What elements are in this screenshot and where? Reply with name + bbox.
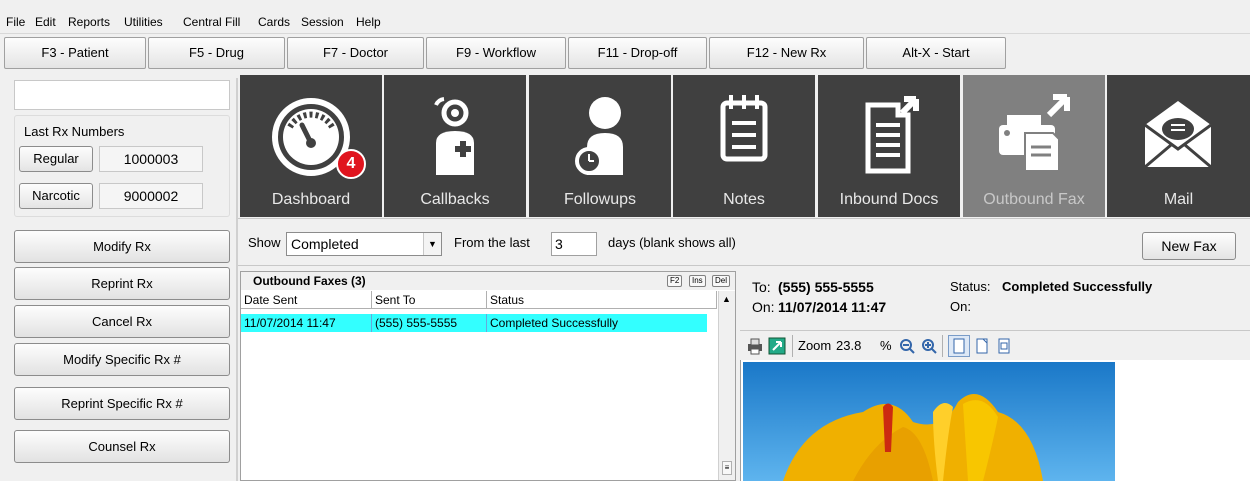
days-hint-label: days (blank shows all) — [608, 235, 736, 250]
new-rx-button[interactable]: F12 - New Rx — [709, 37, 864, 69]
menu-central-fill[interactable]: Central Fill — [183, 15, 240, 29]
status-label: Status: — [950, 279, 991, 294]
tile-inbound-docs-label: Inbound Docs — [839, 191, 939, 208]
menu-reports[interactable]: Reports — [68, 15, 110, 29]
on2-label: On: — [950, 299, 971, 314]
to-label: To: — [752, 279, 771, 295]
last-rx-numbers-group: Last Rx Numbers Regular 1000003 Narcotic… — [14, 115, 230, 217]
regular-button[interactable]: Regular — [19, 146, 93, 172]
insert-key[interactable]: Ins — [689, 275, 706, 287]
show-label: Show — [248, 235, 281, 250]
workflow-button[interactable]: F9 - Workflow — [426, 37, 566, 69]
show-filter-select[interactable]: Completed ▼ — [286, 232, 442, 256]
column-sent-to[interactable]: Sent To — [372, 291, 487, 309]
on-value: 11/07/2014 11:47 — [778, 299, 887, 315]
fax-list-title: Outbound Faxes (3) — [253, 274, 366, 288]
dashboard-badge: 4 — [336, 149, 366, 179]
drug-button[interactable]: F5 - Drug — [148, 37, 285, 69]
menu-utilities[interactable]: Utilities — [124, 15, 163, 29]
tile-outbound-fax[interactable]: Outbound Fax — [963, 75, 1105, 217]
rx-search-input[interactable] — [14, 80, 230, 110]
patient-button[interactable]: F3 - Patient — [4, 37, 146, 69]
doctor-button[interactable]: F7 - Doctor — [287, 37, 424, 69]
column-status[interactable]: Status — [487, 291, 717, 309]
row-status: Completed Successfully — [487, 314, 707, 332]
column-date-sent[interactable]: Date Sent — [241, 291, 372, 309]
fax-detail-panel: To: (555) 555-5555 On: 11/07/2014 11:47 … — [740, 271, 1250, 325]
zoom-percent: % — [880, 338, 892, 353]
tile-callbacks-label: Callbacks — [420, 191, 490, 208]
fax-preview-image — [743, 362, 1115, 481]
row-date-sent: 11/07/2014 11:47 — [241, 314, 372, 332]
print-icon[interactable] — [746, 337, 764, 355]
delete-key[interactable]: Del — [712, 275, 731, 287]
on-label: On: — [752, 299, 775, 315]
days-input[interactable]: 3 — [551, 232, 597, 256]
zoom-value[interactable]: 23.8 — [836, 338, 861, 353]
fax-preview-viewer[interactable] — [740, 360, 1250, 481]
fax-list-scrollbar[interactable]: ▲ ≡ — [718, 291, 735, 480]
last-rx-title: Last Rx Numbers — [24, 124, 125, 139]
scroll-up-icon[interactable]: ▲ — [722, 294, 731, 304]
chevron-down-icon[interactable]: ▼ — [423, 233, 441, 255]
menu-cards[interactable]: Cards — [258, 15, 290, 29]
tile-mail[interactable]: Mail — [1107, 75, 1250, 217]
menu-edit[interactable]: Edit — [35, 15, 56, 29]
modify-specific-rx-button[interactable]: Modify Specific Rx # — [14, 343, 230, 376]
reprint-rx-button[interactable]: Reprint Rx — [14, 267, 230, 300]
filter-row: Show Completed ▼ From the last 3 days (b… — [238, 218, 1250, 266]
zoom-out-icon[interactable] — [898, 337, 916, 355]
zoom-in-icon[interactable] — [920, 337, 938, 355]
open-external-icon[interactable] — [768, 337, 786, 355]
tile-followups-label: Followups — [563, 191, 637, 208]
modify-rx-button[interactable]: Modify Rx — [14, 230, 230, 263]
new-fax-button[interactable]: New Fax — [1142, 232, 1236, 260]
viewer-toolbar: Zoom 23.8 % — [740, 330, 1250, 360]
from-the-last-label: From the last — [454, 235, 530, 250]
menu-help[interactable]: Help — [356, 15, 381, 29]
status-value: Completed Successfully — [1002, 279, 1153, 294]
start-button[interactable]: Alt-X - Start — [866, 37, 1006, 69]
f2-key[interactable]: F2 — [667, 275, 683, 287]
toolbar-separator — [792, 335, 793, 357]
tile-followups[interactable]: Followups — [529, 75, 671, 217]
function-key-bar: F3 - Patient F5 - Drug F7 - Doctor F9 - … — [0, 34, 1250, 74]
tile-outbound-fax-label: Outbound Fax — [983, 191, 1085, 208]
tile-dashboard[interactable]: 4 Dashboard — [240, 75, 382, 217]
tile-notes-label: Notes — [723, 191, 765, 208]
tile-notes[interactable]: Notes — [673, 75, 815, 217]
cancel-rx-button[interactable]: Cancel Rx — [14, 305, 230, 338]
fit-page-icon[interactable] — [948, 335, 970, 357]
menu-bar: File Edit Reports Utilities Central Fill… — [0, 0, 1250, 34]
show-filter-value: Completed — [291, 236, 359, 252]
regular-rx-number: 1000003 — [99, 146, 203, 172]
tile-inbound-docs[interactable]: Inbound Docs — [818, 75, 960, 217]
dropoff-button[interactable]: F11 - Drop-off — [568, 37, 707, 69]
fit-width-icon[interactable] — [973, 337, 991, 355]
zoom-label: Zoom — [798, 338, 832, 353]
counsel-rx-button[interactable]: Counsel Rx — [14, 430, 230, 463]
outbound-faxes-list: Outbound Faxes (3) F2 Ins Del Date Sent … — [240, 271, 736, 481]
menu-session[interactable]: Session — [301, 15, 344, 29]
toolbar-separator — [942, 335, 943, 357]
left-panel-divider — [236, 78, 238, 481]
fax-list-header: Outbound Faxes (3) F2 Ins Del — [241, 272, 735, 290]
narcotic-button[interactable]: Narcotic — [19, 183, 93, 209]
tile-callbacks[interactable]: Callbacks — [384, 75, 526, 217]
tile-mail-label: Mail — [1163, 191, 1194, 208]
reprint-specific-rx-button[interactable]: Reprint Specific Rx # — [14, 387, 230, 420]
to-value: (555) 555-5555 — [778, 279, 874, 295]
narcotic-rx-number: 9000002 — [99, 183, 203, 209]
menu-file[interactable]: File — [6, 15, 25, 29]
row-sent-to: (555) 555-5555 — [372, 314, 487, 332]
actual-size-icon[interactable] — [995, 337, 1013, 355]
scroll-grip-icon[interactable]: ≡ — [722, 461, 732, 475]
tile-dashboard-label: Dashboard — [271, 191, 351, 208]
